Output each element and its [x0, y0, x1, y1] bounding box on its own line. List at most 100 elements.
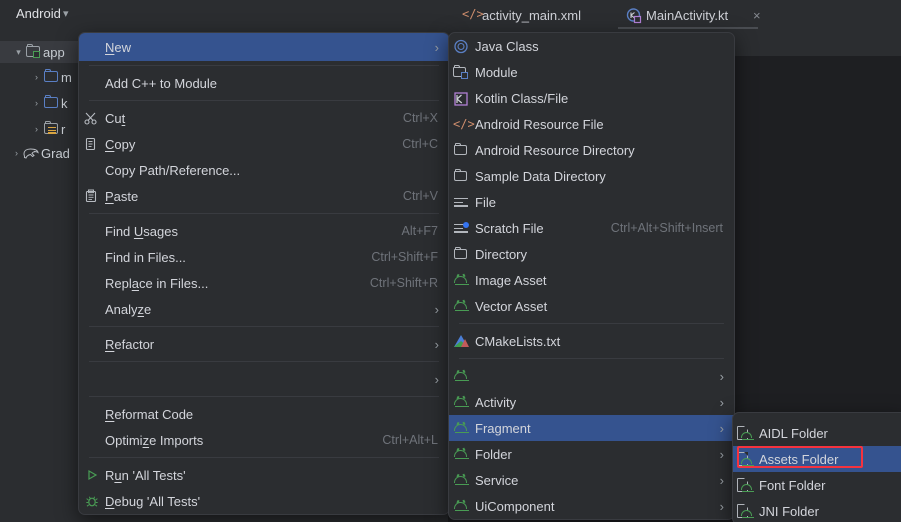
no-icon	[79, 249, 105, 265]
menu-item-fragment[interactable]: Activity ›	[449, 389, 734, 415]
menu-item-label: File	[475, 195, 496, 210]
close-icon[interactable]: ×	[753, 8, 761, 23]
menu-separator	[89, 457, 439, 458]
file-lines-icon	[449, 194, 475, 210]
menu-item-label: Kotlin Class/File	[475, 91, 568, 106]
menu-item-find-in-files[interactable]: Find in Files... Ctrl+Shift+F	[79, 244, 449, 270]
menu-item-scratch-file[interactable]: Scratch File Ctrl+Alt+Shift+Insert	[449, 215, 734, 241]
menu-item-sample-data-directory[interactable]: Sample Data Directory	[449, 163, 734, 189]
menu-item-analyze[interactable]: Analyze ›	[79, 296, 449, 322]
menu-item-label: CMakeLists.txt	[475, 334, 560, 349]
menu-item-automotive[interactable]: UiComponent ›	[449, 493, 734, 519]
menu-item-copy[interactable]: Copy Ctrl+C	[79, 131, 449, 157]
menu-item-font-folder[interactable]: Font Folder	[733, 472, 901, 498]
tree-twisty[interactable]: ›	[30, 72, 43, 82]
run-icon	[79, 467, 105, 483]
menu-item-debug-all-tests[interactable]: Debug 'All Tests'	[79, 488, 449, 514]
menu-item-label: JNI Folder	[759, 504, 819, 519]
chevron-right-icon: ›	[435, 40, 439, 55]
menu-item-aidl-folder[interactable]: AIDL Folder	[733, 420, 901, 446]
menu-item-paste[interactable]: Paste Ctrl+V	[79, 183, 449, 209]
editor-tab-bar: </> activity_main.xml MainActivity.kt ×	[448, 0, 901, 30]
menu-item-shortcut: Ctrl+C	[402, 137, 438, 151]
android-icon	[449, 446, 475, 462]
menu-item-label: Font Folder	[759, 478, 825, 493]
menu-item-image-asset[interactable]: Image Asset	[449, 267, 734, 293]
no-icon	[79, 39, 105, 55]
menu-item-shortcut: Ctrl+V	[403, 189, 438, 203]
debug-icon	[79, 493, 105, 509]
menu-separator	[459, 323, 724, 324]
menu-item-label: Folder	[475, 447, 512, 462]
android-studio-window: Android ▾ ▾ app › m › k › r	[0, 0, 901, 522]
tree-twisty[interactable]: ›	[30, 98, 43, 108]
android-file-icon	[733, 503, 759, 519]
menu-item-find-usages[interactable]: Find Usages Alt+F7	[79, 218, 449, 244]
menu-item-label: Android Resource Directory	[475, 143, 635, 158]
menu-item-service[interactable]: Folder ›	[449, 441, 734, 467]
no-icon	[79, 162, 105, 178]
folder-blue-icon	[43, 95, 61, 111]
menu-item-shortcut: Ctrl+Alt+L	[382, 433, 438, 447]
menu-item-label: Analyze	[105, 302, 151, 317]
tree-item-label: m	[61, 70, 72, 85]
tree-item-label: Grad	[41, 146, 70, 161]
menu-item-add-cpp[interactable]: Add C++ to Module	[79, 70, 449, 96]
chevron-down-icon[interactable]: ▾	[63, 7, 69, 20]
menu-item-activity[interactable]: ›	[449, 363, 734, 389]
menu-item-label: UiComponent	[475, 499, 555, 514]
tree-item-label: r	[61, 122, 65, 137]
no-icon	[79, 75, 105, 91]
menu-item-optimize-imports[interactable]: Optimize Imports Ctrl+Alt+L	[79, 427, 449, 453]
menu-item-uicomponent[interactable]: Service ›	[449, 467, 734, 493]
xml-file-icon: </>	[462, 7, 482, 23]
menu-item-label: Vector Asset	[475, 299, 547, 314]
menu-item-label: Sample Data Directory	[475, 169, 606, 184]
menu-item-cmakelists[interactable]: CMakeLists.txt	[449, 328, 734, 354]
menu-item-jni-folder[interactable]: JNI Folder	[733, 498, 901, 522]
context-menu[interactable]: New › Add C++ to Module Cut Ctrl+X	[78, 32, 450, 515]
menu-item-label: Module	[475, 65, 518, 80]
menu-item-assets-folder[interactable]: Assets Folder	[733, 446, 901, 472]
menu-item-module[interactable]: Module	[449, 59, 734, 85]
tree-twisty[interactable]: ›	[10, 148, 23, 158]
menu-item-kotlin-class-file[interactable]: Kotlin Class/File	[449, 85, 734, 111]
menu-item-cut[interactable]: Cut Ctrl+X	[79, 105, 449, 131]
menu-item-new[interactable]: New ›	[79, 33, 449, 61]
menu-item-replace-in-files[interactable]: Replace in Files... Ctrl+Shift+R	[79, 270, 449, 296]
scratch-file-icon	[449, 220, 475, 236]
tree-twisty-app[interactable]: ▾	[12, 47, 25, 58]
menu-item-label: Activity	[475, 395, 516, 410]
menu-separator	[459, 358, 724, 359]
menu-item-copy-path-reference[interactable]: Copy Path/Reference...	[79, 157, 449, 183]
active-tab-underline	[618, 27, 758, 29]
project-view-label: Android	[16, 6, 61, 21]
project-view-selector[interactable]: Android ▾	[0, 0, 448, 30]
menu-item-reformat-code[interactable]: Reformat Code	[79, 401, 449, 427]
menu-separator	[89, 396, 439, 397]
menu-item-folder[interactable]: Fragment ›	[449, 415, 734, 441]
menu-item-vector-asset[interactable]: Vector Asset	[449, 293, 734, 319]
menu-item-label: Paste	[105, 189, 138, 204]
folder-submenu[interactable]: AIDL Folder Assets Folder Font Folder JN…	[732, 412, 901, 522]
chevron-right-icon: ›	[720, 447, 724, 462]
menu-item-bookmarks[interactable]: ›	[79, 366, 449, 392]
no-icon	[79, 301, 105, 317]
menu-item-refactor[interactable]: Refactor ›	[79, 331, 449, 357]
copy-icon	[79, 136, 105, 152]
menu-item-label: Reformat Code	[105, 407, 193, 422]
menu-item-label: Copy Path/Reference...	[105, 163, 240, 178]
tab-activity-main-xml[interactable]: </> activity_main.xml	[462, 0, 581, 30]
menu-item-java-class[interactable]: Java Class	[449, 33, 734, 59]
android-file-icon	[733, 425, 759, 441]
menu-item-run-all-tests[interactable]: Run 'All Tests'	[79, 462, 449, 488]
new-submenu[interactable]: Java Class Module Kotlin Class/File </> …	[448, 32, 735, 520]
android-icon	[449, 472, 475, 488]
menu-item-file[interactable]: File	[449, 189, 734, 215]
menu-item-android-resource-directory[interactable]: Android Resource Directory	[449, 137, 734, 163]
tree-twisty[interactable]: ›	[30, 124, 43, 134]
tab-main-activity-kt[interactable]: MainActivity.kt	[626, 0, 728, 30]
menu-item-directory[interactable]: Directory	[449, 241, 734, 267]
menu-item-android-resource-file[interactable]: </> Android Resource File	[449, 111, 734, 137]
chevron-right-icon: ›	[435, 372, 439, 387]
